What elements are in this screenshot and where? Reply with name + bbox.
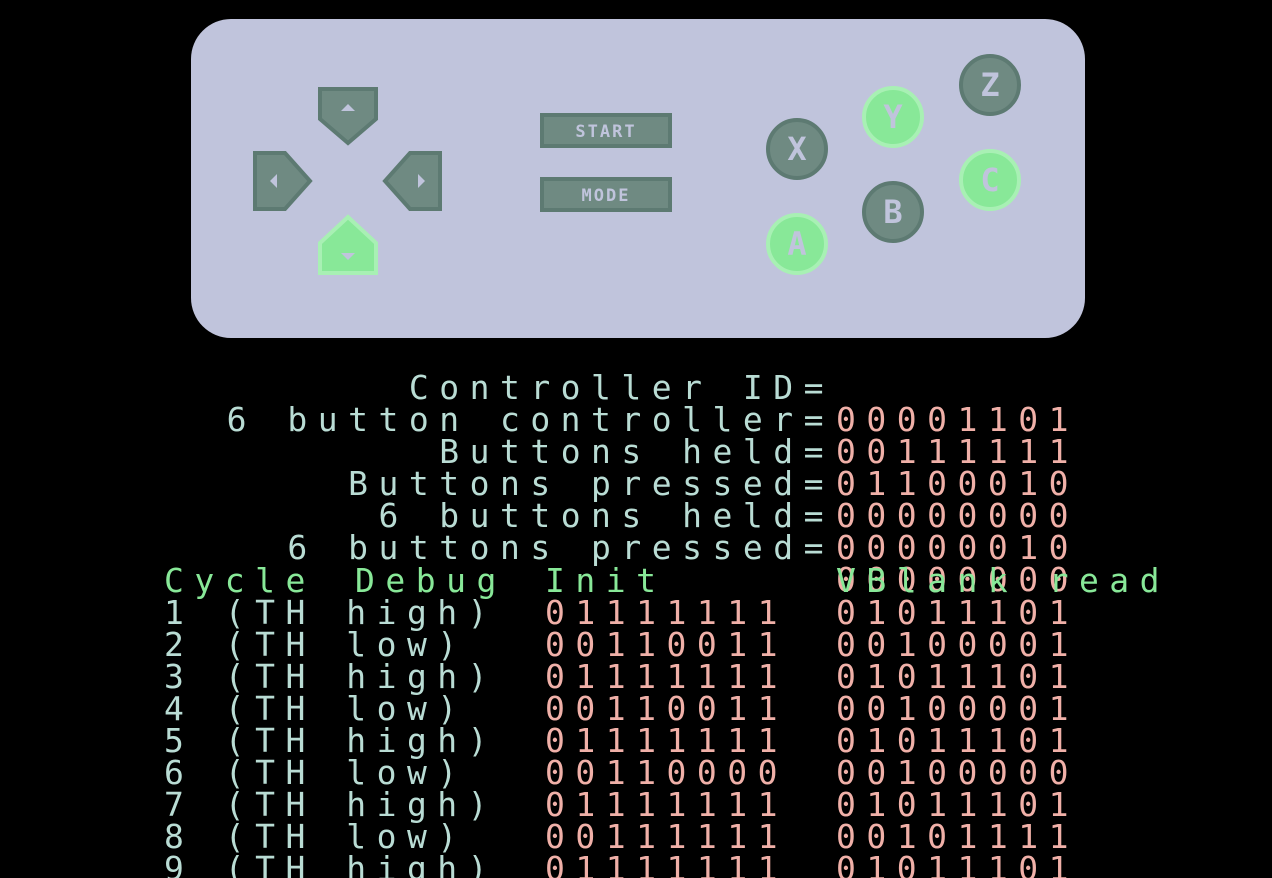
status-row: 6 buttons pressed= 00000000 (0, 500, 1272, 596)
c-button-label: C (980, 161, 999, 199)
x-button-label: X (787, 130, 806, 168)
row-cycle-label: 9 (TH high) (164, 849, 499, 878)
status-row: 6 buttons held= 00000010 (0, 468, 1272, 564)
row-vblank-value: 01011101 (836, 849, 1079, 878)
status-row: 6 button controller= 00111111 (0, 372, 1272, 468)
status-label: 6 buttons pressed= (287, 528, 834, 567)
dpad-up-button (318, 87, 378, 146)
dpad-left-button (253, 151, 313, 211)
b-button-label: B (883, 193, 902, 231)
start-label: START (575, 122, 636, 142)
status-row: Controller ID= 00001101 (0, 340, 1272, 436)
a-button-label: A (787, 225, 806, 263)
dpad (253, 87, 442, 275)
controller-svg: START MODE X Y Z A B C (253, 54, 1021, 275)
dpad-down-button (318, 214, 378, 275)
z-button-label: Z (980, 66, 999, 104)
status-row: Buttons pressed= 00000000 (0, 436, 1272, 532)
mode-label: MODE (582, 186, 631, 206)
controller-graphic: START MODE X Y Z A B C (191, 19, 1085, 338)
dpad-right-button (382, 151, 442, 211)
row-init-value: 01111111 (545, 849, 788, 878)
face-buttons: X Y Z A B C (766, 54, 1021, 275)
status-row: Buttons held= 01100010 (0, 404, 1272, 500)
y-button-label: Y (883, 98, 903, 136)
debug-table: Cycle Debug Init VBlank read 1 (TH high)… (0, 565, 1272, 878)
